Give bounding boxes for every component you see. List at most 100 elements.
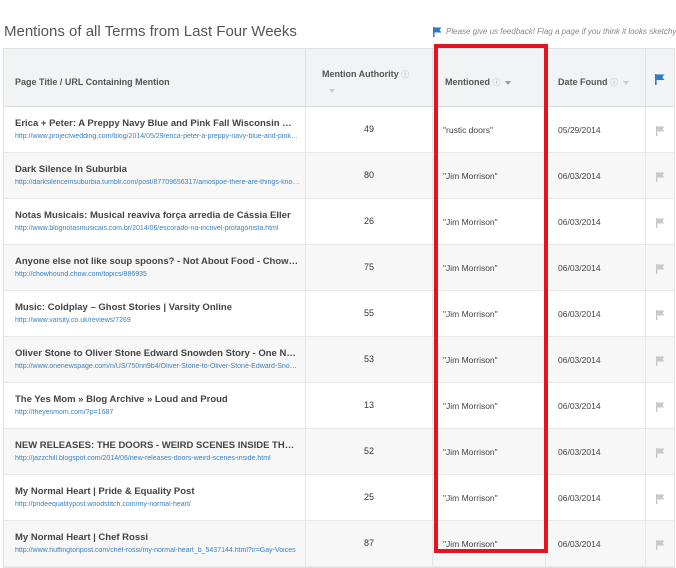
column-header-label: Date Found: [558, 77, 608, 87]
authority-value: 80: [363, 170, 374, 180]
flag-cell: [646, 521, 674, 566]
authority-value: 53: [363, 354, 374, 364]
date-found-value: 06/03/2014: [558, 539, 601, 549]
page-title: Mentions of all Terms from Last Four Wee…: [4, 23, 297, 40]
page-title-link[interactable]: Oliver Stone to Oliver Stone Edward Snow…: [15, 348, 300, 359]
feedback-note: Please give us feedback! Flag a page if …: [433, 26, 676, 37]
authority-value: 49: [363, 124, 374, 134]
page-url-link[interactable]: http://www.projectwedding.com/blog/2014/…: [15, 133, 300, 140]
flag-icon[interactable]: [656, 353, 665, 371]
table-row: Notas Musicais: Musical reaviva força ar…: [4, 199, 674, 245]
date-cell: 06/03/2014: [546, 383, 646, 428]
page-title-link[interactable]: My Normal Heart | Pride & Equality Post: [15, 486, 300, 497]
page-title-link[interactable]: Erica + Peter: A Preppy Navy Blue and Pi…: [15, 118, 300, 129]
mentioned-term: "Jim Morrison": [443, 263, 498, 273]
flag-cell: [646, 245, 674, 290]
table-row: Dark Silence In Suburbia http://darksilen…: [4, 153, 674, 199]
info-icon: ⓘ: [610, 78, 619, 87]
flag-icon[interactable]: [656, 537, 665, 555]
date-cell: 06/03/2014: [546, 429, 646, 474]
page-cell: My Normal Heart | Chef Rossi http://www.h…: [4, 521, 306, 566]
mentioned-term: "Jim Morrison": [443, 309, 498, 319]
flag-cell: [646, 107, 674, 152]
date-cell: 06/03/2014: [546, 521, 646, 566]
date-cell: 06/03/2014: [546, 475, 646, 520]
flag-icon[interactable]: [656, 123, 665, 141]
date-found-value: 06/03/2014: [558, 309, 601, 319]
authority-value: 52: [363, 446, 374, 456]
column-header-flag[interactable]: [646, 49, 674, 106]
sort-caret-icon: [622, 80, 629, 85]
page-url-link[interactable]: http://jazzchill.blogspot.com/2014/06/ne…: [15, 455, 300, 462]
mentioned-term: "Jim Morrison": [443, 171, 498, 181]
flag-icon: [655, 74, 665, 87]
page-cell: Oliver Stone to Oliver Stone Edward Snow…: [4, 337, 306, 382]
flag-icon[interactable]: [656, 261, 665, 279]
date-found-value: 06/03/2014: [558, 217, 601, 227]
mentioned-term: "rustic doors": [443, 125, 493, 135]
page-cell: Erica + Peter: A Preppy Navy Blue and Pi…: [4, 107, 306, 152]
mentioned-term: "Jim Morrison": [443, 493, 498, 503]
flag-icon[interactable]: [656, 399, 665, 417]
mentioned-term: "Jim Morrison": [443, 217, 498, 227]
mentioned-term: "Jim Morrison": [443, 539, 498, 549]
page-url-link[interactable]: http://theyesmom.com/?p=1687: [15, 409, 300, 416]
mentioned-cell: "Jim Morrison": [433, 475, 546, 520]
authority-cell: 87: [306, 521, 433, 566]
page-title-link[interactable]: Notas Musicais: Musical reaviva força ar…: [15, 210, 300, 221]
page-url-link[interactable]: http://prideequalitypost.woodstitch.com/…: [15, 501, 300, 508]
flag-icon[interactable]: [656, 169, 665, 187]
page-url-link[interactable]: http://www.blognotasmusicais.com.br/2014…: [15, 225, 300, 232]
page-url-link[interactable]: http://www.onenewspage.com/n/US/750nn9b4…: [15, 363, 300, 370]
mentioned-cell: "Jim Morrison": [433, 521, 546, 566]
page-url-link[interactable]: http://darksilenceinsuburbia.tumblr.com/…: [15, 179, 300, 186]
info-icon: ⓘ: [401, 70, 410, 79]
authority-value: 26: [363, 216, 374, 226]
page-title-link[interactable]: My Normal Heart | Chef Rossi: [15, 532, 300, 543]
page-title-link[interactable]: Anyone else not like soup spoons? - Not …: [15, 256, 300, 267]
date-cell: 06/03/2014: [546, 245, 646, 290]
mentioned-cell: "Jim Morrison": [433, 429, 546, 474]
date-cell: 05/29/2014: [546, 107, 646, 152]
column-header-date-found[interactable]: Date Found ⓘ: [546, 49, 646, 106]
page-url-link[interactable]: http://chowhound.chow.com/topics/886935: [15, 271, 300, 278]
date-cell: 06/03/2014: [546, 153, 646, 198]
mentioned-term: "Jim Morrison": [443, 401, 498, 411]
column-header-label: Page Title / URL Containing Mention: [15, 77, 170, 87]
date-found-value: 06/03/2014: [558, 171, 601, 181]
table-row: My Normal Heart | Pride & Equality Post h…: [4, 475, 674, 521]
flag-icon[interactable]: [656, 307, 665, 325]
mentioned-cell: "Jim Morrison": [433, 383, 546, 428]
column-header-authority[interactable]: Mention Authority ⓘ: [306, 49, 433, 106]
page-cell: Anyone else not like soup spoons? - Not …: [4, 245, 306, 290]
authority-cell: 52: [306, 429, 433, 474]
authority-cell: 53: [306, 337, 433, 382]
flag-cell: [646, 337, 674, 382]
column-header-label: Mentioned: [445, 77, 490, 87]
page-url-link[interactable]: http://www.varsity.co.uk/reviews/7269: [15, 317, 300, 324]
flag-icon[interactable]: [656, 491, 665, 509]
flag-icon[interactable]: [656, 445, 665, 463]
column-header-mentioned[interactable]: Mentioned ⓘ: [433, 49, 546, 106]
table-row: Anyone else not like soup spoons? - Not …: [4, 245, 674, 291]
mentioned-term: "Jim Morrison": [443, 355, 498, 365]
authority-value: 87: [363, 538, 374, 548]
flag-cell: [646, 153, 674, 198]
column-header-page-title[interactable]: Page Title / URL Containing Mention: [4, 49, 306, 106]
date-cell: 06/03/2014: [546, 291, 646, 336]
page-cell: NEW RELEASES: THE DOORS - WEIRD SCENES I…: [4, 429, 306, 474]
table-row: NEW RELEASES: THE DOORS - WEIRD SCENES I…: [4, 429, 674, 475]
page-cell: Notas Musicais: Musical reaviva força ar…: [4, 199, 306, 244]
flag-icon[interactable]: [656, 215, 665, 233]
flag-cell: [646, 199, 674, 244]
table-row: Erica + Peter: A Preppy Navy Blue and Pi…: [4, 107, 674, 153]
page-title-link[interactable]: NEW RELEASES: THE DOORS - WEIRD SCENES I…: [15, 440, 300, 451]
mentioned-cell: "Jim Morrison": [433, 291, 546, 336]
flag-icon[interactable]: [433, 26, 442, 37]
page-title-link[interactable]: The Yes Mom » Blog Archive » Loud and Pr…: [15, 394, 300, 405]
page-title-link[interactable]: Dark Silence In Suburbia: [15, 164, 300, 175]
flag-cell: [646, 475, 674, 520]
page-title-link[interactable]: Music: Coldplay – Ghost Stories | Varsit…: [15, 302, 300, 313]
authority-cell: 55: [306, 291, 433, 336]
page-url-link[interactable]: http://www.huffingtonpost.com/chef-rossi…: [15, 547, 300, 554]
